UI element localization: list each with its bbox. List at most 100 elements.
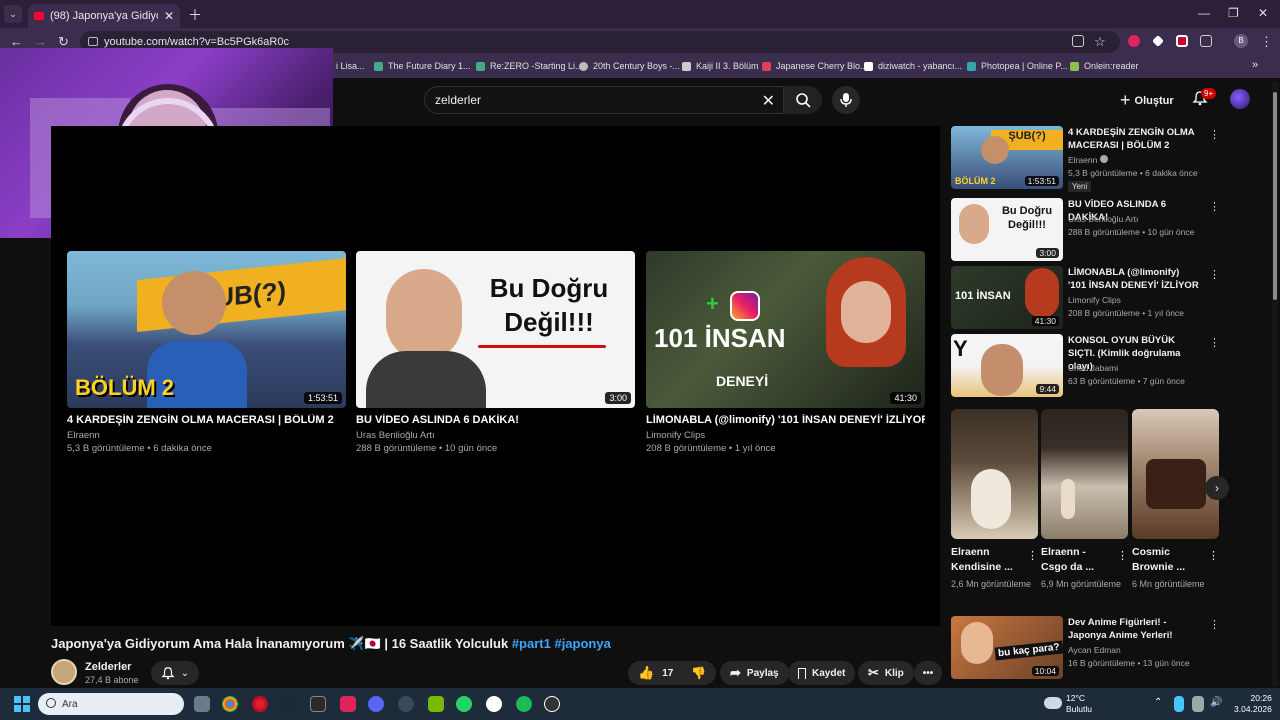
microphone-icon[interactable] [1174,696,1184,712]
endscreen-video-card[interactable]: Bu Doğru Değil!!! 3:00 BU VİDEO ASLINDA … [356,251,635,455]
steam-icon[interactable] [280,696,296,712]
tray-expand-icon[interactable]: ⌃ [1154,697,1162,708]
windows-start-icon[interactable] [14,696,30,712]
related-video-item[interactable]: Y 9:44 KONSOL OYUN BÜYÜK SIÇTI. (Kimlik … [951,334,1221,398]
short-item[interactable]: Cosmic Brownie ... 6 Mn görüntüleme ⋮ [1132,409,1219,591]
bookmark-item[interactable]: 20th Century Boys -... [579,61,680,71]
close-tab-icon[interactable]: ✕ [164,9,174,23]
weather-widget[interactable]: 12°C Bulutlu [1066,693,1092,715]
taskbar-search-input[interactable]: Ara [38,693,184,715]
browser-tab[interactable]: (98) Japonya'ya Gidiyorum Ama... ✕ [28,4,180,28]
profile-avatar[interactable]: B [1234,34,1248,48]
hashtag-link[interactable]: #part1 [512,636,551,651]
short-thumbnail[interactable] [1132,409,1219,539]
more-vert-icon[interactable]: ⋮ [1209,336,1220,349]
related-video-item[interactable]: 101 İNSAN 41:30 LİMONABLA (@limonify) '1… [951,266,1221,330]
more-vert-icon[interactable]: ⋮ [1209,618,1220,631]
short-item[interactable]: Elraenn - Csgo da ... 6,9 Mn görüntüleme… [1041,409,1128,591]
app-icon[interactable] [398,696,414,712]
maximize-icon[interactable]: ❐ [1228,6,1239,20]
related-thumbnail[interactable]: 101 İNSAN 41:30 [951,266,1063,329]
endscreen-thumbnail[interactable]: Bu Doğru Değil!!! 3:00 [356,251,635,408]
spotify-icon[interactable] [516,696,532,712]
endscreen-video-title[interactable]: BU VİDEO ASLINDA 6 DAKİKA! [356,414,635,426]
back-icon[interactable]: ← [10,34,23,49]
more-vert-icon[interactable]: ⋮ [1209,200,1220,213]
more-vert-icon[interactable]: ⋮ [1209,268,1220,281]
bookmark-item[interactable]: Kaiji II 3. Bölüm [682,61,759,71]
short-item[interactable]: Elraenn Kendisine ... 2,6 Mn görüntüleme… [951,409,1038,591]
tab-list-dropdown[interactable]: ⌄ [4,5,22,23]
short-thumbnail[interactable] [951,409,1038,539]
extension-icon[interactable] [1176,35,1188,47]
account-avatar[interactable] [1230,89,1250,109]
more-vert-icon[interactable]: ⋮ [1117,549,1128,562]
related-thumbnail[interactable]: ŞUB(?) BÖLÜM 2 1:53:51 [951,126,1063,189]
dislike-button[interactable]: 👎 [691,666,706,680]
app-icon[interactable] [340,696,356,712]
site-info-icon[interactable] [88,37,98,46]
new-tab-icon[interactable]: ＋ [188,5,202,25]
opera-icon[interactable] [252,696,268,712]
channel-avatar[interactable] [51,659,77,685]
bookmark-item[interactable]: Japanese Cherry Blo... [762,61,868,71]
extension-icon[interactable] [1152,35,1164,47]
endscreen-thumbnail[interactable]: ŞUB(?) BÖLÜM 2 1:53:51 [67,251,346,408]
more-actions-button[interactable]: ••• [914,661,942,685]
scrollbar-thumb[interactable] [1273,92,1277,300]
voice-search-button[interactable] [832,86,860,114]
like-button[interactable]: 👍 17 [638,665,673,681]
endscreen-video-title[interactable]: 4 KARDEŞİN ZENGİN OLMA MACERASI | BÖLÜM … [67,414,346,426]
more-vert-icon[interactable]: ⋮ [1209,128,1220,141]
bookmark-item[interactable]: diziwatch - yabancı... [864,61,962,71]
more-vert-icon[interactable]: ⋮ [1027,549,1038,562]
channel-name[interactable]: Zelderler [85,661,131,673]
clock[interactable]: 20:26 3.04.2026 [1234,693,1272,715]
video-player[interactable]: ŞUB(?) BÖLÜM 2 1:53:51 4 KARDEŞİN ZENGİN… [51,126,940,626]
bookmark-star-icon[interactable]: ☆ [1094,34,1106,50]
subscribed-notification-button[interactable]: ⌄ [151,661,199,685]
close-window-icon[interactable]: ✕ [1258,6,1268,20]
related-video-title[interactable]: 4 KARDEŞİN ZENGİN OLMA MACERASI | BÖLÜM … [1068,126,1200,152]
search-button[interactable] [784,86,822,114]
clip-button[interactable]: ✂ Klip [858,661,914,685]
related-video-title[interactable]: LİMONABLA (@limonify) '101 İNSAN DENEYİ'… [1068,266,1200,292]
extension-icon[interactable] [1128,35,1140,47]
bookmarks-overflow-icon[interactable]: » [1252,59,1258,71]
app-icon[interactable] [486,696,502,712]
minimize-icon[interactable]: — [1198,6,1210,20]
endscreen-video-card[interactable]: + 101 İNSAN DENEYİ 41:30 LİMONABLA (@lim… [646,251,925,455]
volume-icon[interactable]: 🔊 [1210,697,1222,708]
epic-games-icon[interactable] [310,696,326,712]
forward-icon[interactable]: → [34,34,47,49]
bookmark-item[interactable]: The Future Diary 1... [374,61,471,71]
discord-icon[interactable] [368,696,384,712]
more-vert-icon[interactable]: ⋮ [1208,549,1219,562]
search-input[interactable]: zelderler ✕ [424,86,784,114]
bookmark-item[interactable]: i Lisa... [336,61,365,71]
short-thumbnail[interactable] [1041,409,1128,539]
chatgpt-icon[interactable] [544,696,560,712]
whatsapp-icon[interactable] [456,696,472,712]
related-video-title[interactable]: Dev Anime Figürleri! - Japonya Anime Yer… [1068,616,1200,642]
bookmark-item[interactable]: Photopea | Online P... [967,61,1068,71]
endscreen-video-card[interactable]: ŞUB(?) BÖLÜM 2 1:53:51 4 KARDEŞİN ZENGİN… [67,251,346,455]
shorts-next-button[interactable]: › [1205,476,1229,500]
short-title[interactable]: Cosmic Brownie ... [1132,545,1204,575]
bookmark-item[interactable]: Onlein:reader [1070,61,1139,71]
short-title[interactable]: Elraenn - Csgo da ... [1041,545,1113,575]
share-button[interactable]: ➦ Paylaş [720,661,789,685]
related-thumbnail[interactable]: bu kaç para? 10:04 [951,616,1063,679]
menu-dots-icon[interactable]: ⋮ [1260,34,1273,50]
network-icon[interactable] [1192,696,1204,712]
related-video-item[interactable]: ŞUB(?) BÖLÜM 2 1:53:51 4 KARDEŞİN ZENGİN… [951,126,1221,192]
save-button[interactable]: Kaydet [788,661,856,685]
related-video-item[interactable]: Bu Doğru Değil!!! 3:00 BU VİDEO ASLINDA … [951,198,1221,262]
endscreen-thumbnail[interactable]: + 101 İNSAN DENEYİ 41:30 [646,251,925,408]
related-video-item[interactable]: bu kaç para? 10:04 Dev Anime Figürleri! … [951,616,1221,680]
nvidia-icon[interactable] [428,696,444,712]
cast-icon[interactable] [1072,35,1084,47]
task-view-icon[interactable] [194,696,210,712]
extensions-puzzle-icon[interactable] [1200,35,1212,47]
hashtag-link[interactable]: #japonya [554,636,610,651]
